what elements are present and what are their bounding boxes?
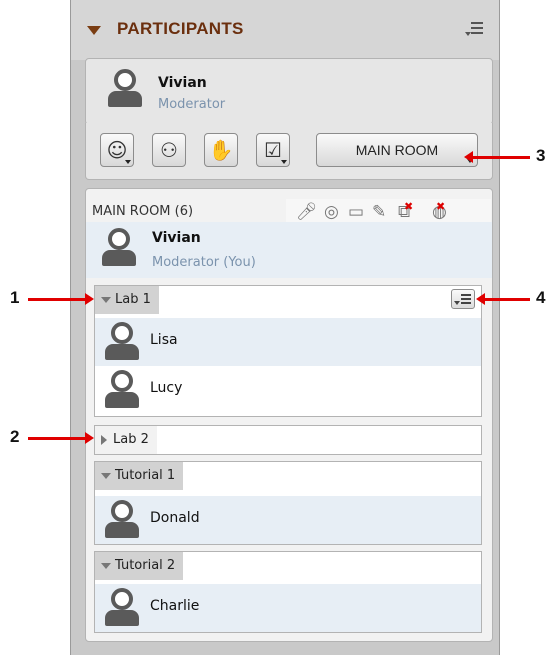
list-item[interactable]: Donald [95,496,481,544]
expand-triangle-icon [101,562,111,569]
emoticon-icon: ☺ [106,138,128,162]
group-menu-icon[interactable] [451,289,475,309]
group-lab-2: Lab 2 [94,425,482,455]
group-name: Lab 1 [115,292,151,307]
current-user-name: Vivian [158,75,207,91]
panel-title: PARTICIPANTS [117,19,244,38]
callout-arrow-icon [464,151,530,163]
callout-arrow-icon [28,432,94,444]
panel-header[interactable]: PARTICIPANTS [71,0,499,60]
pencil-icon[interactable]: ✎ [372,202,386,222]
callout-arrow-icon [476,293,530,305]
participant-name: Lucy [150,380,183,396]
microphone-icon[interactable]: 🎤︎ [296,202,318,222]
avatar-icon [101,498,141,548]
group-name: Tutorial 2 [115,558,176,573]
avatar-icon [101,320,141,370]
avatar-icon [101,586,141,636]
callout-4: 4 [536,288,546,307]
avatar-icon [104,67,144,117]
main-room-button[interactable]: MAIN ROOM [316,133,478,167]
list-item[interactable]: Lisa [95,318,481,366]
participants-panel: PARTICIPANTS Vivian Moderator ☺ ⚇ ✋ ☑ MA… [70,0,500,655]
emoticon-button[interactable]: ☺ [100,133,134,167]
list-item[interactable]: Lucy [95,366,481,414]
avatar-icon [98,226,138,276]
list-item[interactable]: Charlie [95,584,481,632]
group-name: Lab 2 [113,432,149,447]
participant-name: Donald [150,510,200,526]
group-tutorial-2: Tutorial 2 Charlie [94,551,482,633]
participant-name: Lisa [150,332,178,348]
group-lab-1: Lab 1 Lisa Lucy [94,285,482,417]
group-header[interactable]: Tutorial 2 [95,552,184,580]
user-status-button[interactable]: ⚇ [152,133,186,167]
callout-1: 1 [10,288,20,307]
checkbox-icon: ☑ [264,138,282,162]
chat-icon[interactable]: ▭ [348,202,364,222]
avatar-icon [101,368,141,418]
current-user-card: Vivian Moderator [85,58,493,125]
expand-triangle-icon [101,434,107,445]
callout-2: 2 [10,427,20,446]
main-room-label: MAIN ROOM (6) [92,204,194,219]
participant-name: Charlie [150,598,200,614]
collapse-triangle-icon[interactable] [87,26,101,35]
participant-name: Vivian [152,230,201,246]
group-header[interactable]: Tutorial 1 [95,462,184,490]
group-name: Tutorial 1 [115,468,176,483]
panel-menu-icon[interactable] [465,22,483,36]
group-header[interactable]: Lab 2 [95,426,157,454]
participant-toolbar: ☺ ⚇ ✋ ☑ MAIN ROOM [85,123,493,180]
group-header[interactable]: Lab 1 [95,286,159,314]
callout-3: 3 [536,146,546,165]
expand-triangle-icon [101,296,111,303]
raise-hand-icon: ✋ [208,138,234,162]
callout-arrow-icon [28,293,94,305]
group-tutorial-1: Tutorial 1 Donald [94,461,482,545]
main-room-button-label: MAIN ROOM [355,142,439,158]
participant-row-self[interactable]: Vivian Moderator (You) [86,222,492,278]
expand-triangle-icon [101,472,111,479]
raise-hand-button[interactable]: ✋ [204,133,238,167]
participant-list: MAIN ROOM (6) 🎤︎ ◎ ▭ ✎ ⧉ ✖ ◍ ✖ Vivian Mo… [85,188,493,642]
current-user-role: Moderator [158,97,226,112]
webcam-icon[interactable]: ◎ [324,202,339,222]
checkbox-button[interactable]: ☑ [256,133,290,167]
participant-role: Moderator (You) [152,255,256,270]
user-status-icon: ⚇ [160,138,178,162]
